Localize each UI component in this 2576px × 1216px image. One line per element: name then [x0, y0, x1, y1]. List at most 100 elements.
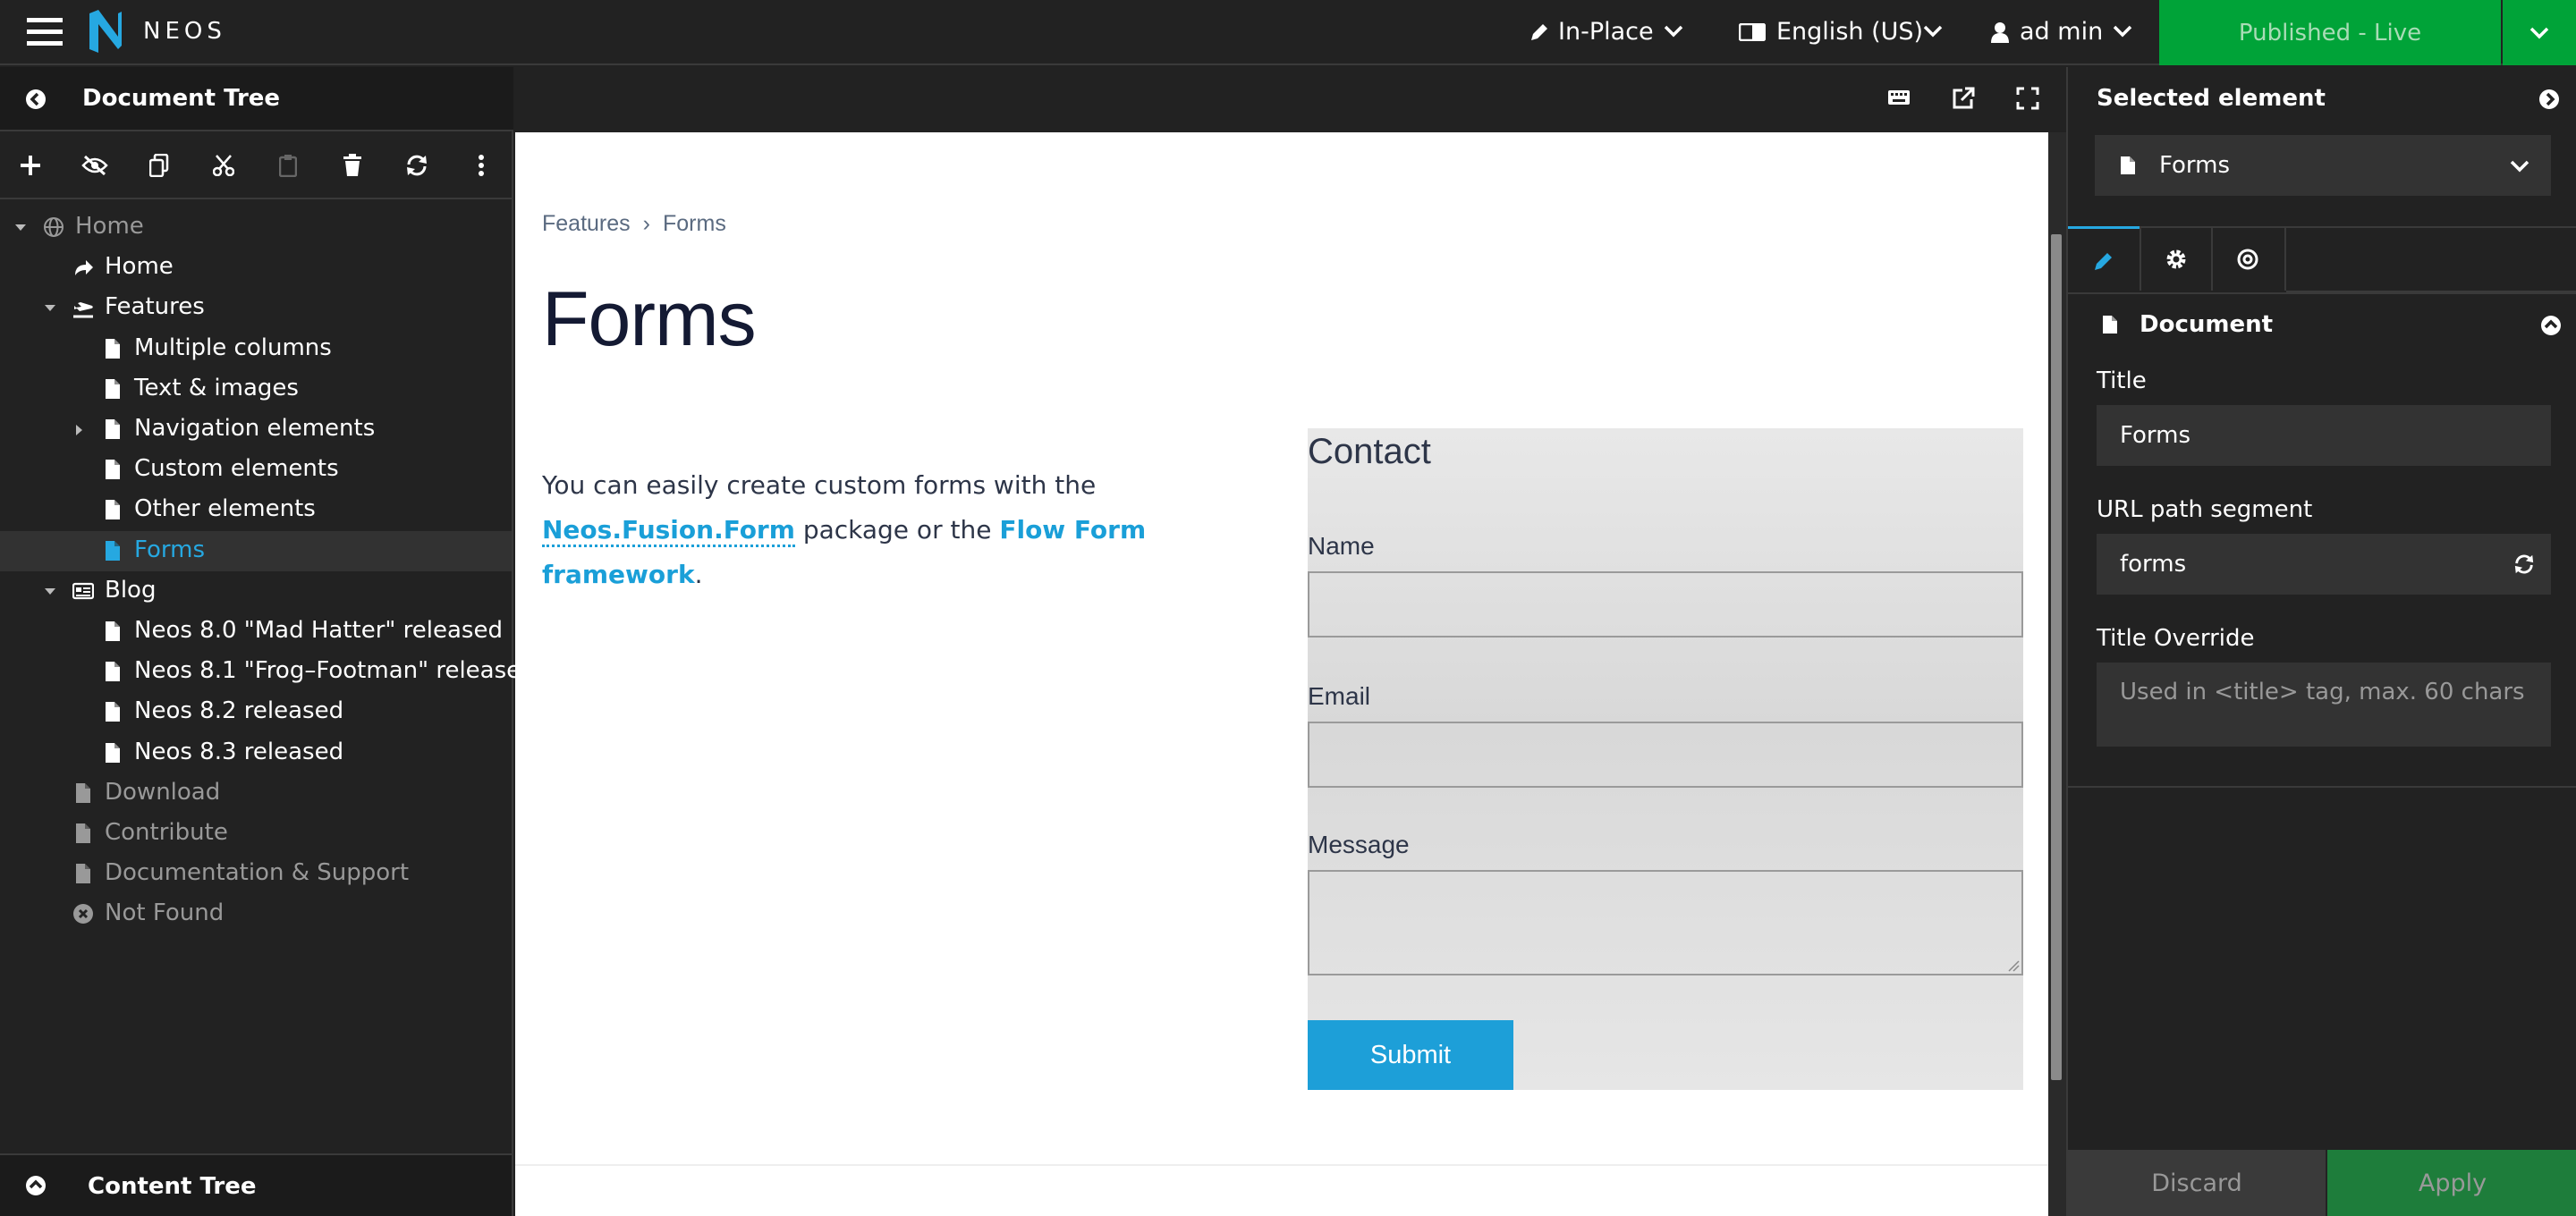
- message-field[interactable]: [1308, 870, 2023, 975]
- tab-seo[interactable]: [2213, 228, 2286, 291]
- neos-fusion-form-link[interactable]: Neos.Fusion.Form: [542, 515, 795, 547]
- tree-node-label: Contribute: [105, 819, 228, 846]
- name-label: Name: [1308, 532, 1375, 560]
- section-title[interactable]: Document: [2140, 311, 2273, 338]
- language-selector[interactable]: English (US): [1776, 18, 1923, 46]
- tree-node[interactable]: Blog: [0, 571, 512, 612]
- discard-button[interactable]: Discard: [2068, 1150, 2326, 1216]
- keyboard-icon[interactable]: [1887, 89, 1911, 106]
- form-heading: Contact: [1308, 432, 1431, 471]
- collapse-left-icon[interactable]: [25, 89, 47, 110]
- tree-node-label: Multiple columns: [134, 334, 332, 361]
- document-tree-header[interactable]: Document Tree: [0, 67, 513, 131]
- apply-button[interactable]: Apply: [2327, 1150, 2576, 1216]
- chevron-down-icon[interactable]: [1923, 25, 1943, 38]
- globe-icon: [44, 217, 64, 237]
- tree-node[interactable]: Text & images: [0, 369, 512, 410]
- tree-node[interactable]: Features: [0, 288, 512, 328]
- tree-node-label: Neos 8.3 released: [134, 738, 344, 765]
- caret-down-icon[interactable]: [14, 222, 27, 234]
- hamburger-menu-icon[interactable]: [27, 18, 63, 46]
- canvas-toolbar: [515, 67, 2066, 131]
- tree-node[interactable]: Multiple columns: [0, 329, 512, 369]
- sync-icon[interactable]: [2513, 553, 2535, 575]
- plane-icon: [73, 302, 93, 318]
- edit-mode-selector[interactable]: In-Place: [1558, 18, 1654, 46]
- file-icon: [76, 782, 90, 803]
- tab-edit[interactable]: [2068, 226, 2140, 291]
- tree-node[interactable]: Neos 8.2 released: [0, 692, 512, 732]
- chevron-down-icon[interactable]: [2113, 25, 2132, 38]
- tab-settings[interactable]: [2140, 228, 2213, 291]
- caret-down-icon[interactable]: [44, 586, 56, 598]
- publish-button[interactable]: Published - Live: [2159, 0, 2501, 65]
- tree-node[interactable]: Neos 8.0 "Mad Hatter" released: [0, 612, 512, 652]
- email-label: Email: [1308, 682, 1371, 710]
- intro-text[interactable]: You can easily create custom forms with …: [542, 463, 1275, 597]
- fields-divider: [2068, 786, 2576, 788]
- caret-down-icon[interactable]: [44, 302, 56, 315]
- language-icon: [1739, 23, 1766, 41]
- title-field[interactable]: Forms: [2097, 405, 2551, 466]
- paste-icon[interactable]: [274, 151, 302, 180]
- page-scrollbar-thumb[interactable]: [2051, 234, 2062, 1080]
- url-path-field[interactable]: forms: [2097, 534, 2551, 595]
- intro-text-part: You can easily create custom forms with …: [542, 470, 1097, 500]
- refresh-icon[interactable]: [402, 151, 431, 180]
- collapse-right-icon[interactable]: [2538, 89, 2560, 110]
- resize-handle-icon[interactable]: [2007, 959, 2020, 972]
- title-override-field[interactable]: Used in <title> tag, max. 60 chars: [2097, 663, 2551, 747]
- tree-node-label: Not Found: [105, 899, 225, 927]
- expand-up-icon[interactable]: [25, 1175, 47, 1196]
- copy-icon[interactable]: [145, 151, 174, 180]
- chevron-down-icon: [2529, 27, 2549, 38]
- external-link-icon[interactable]: [1952, 87, 1975, 110]
- breadcrumb-item[interactable]: Features: [542, 211, 631, 237]
- email-field[interactable]: [1308, 722, 2023, 788]
- tree-node-label: Neos 8.1 "Frog–Footman" released: [134, 657, 536, 685]
- tree-node[interactable]: Contribute: [0, 814, 512, 854]
- tree-node[interactable]: Navigation elements: [0, 410, 512, 450]
- tree-node[interactable]: Documentation & Support: [0, 854, 512, 894]
- tree-node[interactable]: Download: [0, 773, 512, 814]
- page-title[interactable]: Forms: [542, 275, 757, 364]
- name-field[interactable]: [1308, 571, 2023, 638]
- tree-node[interactable]: Forms: [0, 530, 512, 571]
- title-override-placeholder: Used in <title> tag, max. 60 chars: [2120, 679, 2525, 705]
- tree-node-label: Other elements: [134, 495, 316, 523]
- user-menu[interactable]: ad min: [2020, 18, 2103, 46]
- breadcrumb-item[interactable]: Forms: [663, 211, 726, 237]
- more-options-icon[interactable]: [467, 151, 496, 180]
- cut-icon[interactable]: [209, 151, 238, 180]
- file-icon: [76, 864, 90, 884]
- tree-node[interactable]: Not Found: [0, 894, 512, 934]
- page-preview: Features › Forms Forms You can easily cr…: [515, 132, 2048, 1216]
- tree-node-label: Navigation elements: [134, 415, 376, 442]
- file-icon: [2121, 156, 2135, 174]
- hide-icon[interactable]: [80, 151, 109, 180]
- fullscreen-icon[interactable]: [2016, 87, 2039, 110]
- caret-right-icon[interactable]: [73, 424, 86, 436]
- chevron-down-icon[interactable]: [1664, 25, 1683, 38]
- file-icon: [106, 621, 120, 641]
- tree-node[interactable]: Home: [0, 207, 512, 248]
- neos-logo-icon[interactable]: [86, 10, 123, 53]
- tree-node[interactable]: Neos 8.1 "Frog–Footman" released: [0, 652, 536, 692]
- add-icon[interactable]: [16, 151, 45, 180]
- submit-button[interactable]: Submit: [1308, 1020, 1513, 1090]
- newspaper-icon: [72, 582, 94, 599]
- tree-node[interactable]: Custom elements: [0, 450, 512, 490]
- delete-icon[interactable]: [338, 151, 367, 180]
- intro-text-part: .: [694, 560, 703, 589]
- tree-node-label: Neos 8.2 released: [134, 697, 344, 725]
- top-bar: NEOS In-Place English (US) ad min Publis…: [0, 0, 2576, 65]
- node-type-selector[interactable]: Forms: [2095, 135, 2551, 196]
- message-label: Message: [1308, 831, 1410, 858]
- publish-dropdown-button[interactable]: [2503, 0, 2576, 65]
- tree-node[interactable]: Other elements: [0, 490, 512, 530]
- title-override-label: Title Override: [2097, 625, 2255, 652]
- tree-node[interactable]: Neos 8.3 released: [0, 733, 512, 773]
- tree-node[interactable]: Home: [0, 248, 512, 288]
- content-tree-header[interactable]: Content Tree: [0, 1153, 512, 1216]
- collapse-section-icon[interactable]: [2540, 315, 2562, 336]
